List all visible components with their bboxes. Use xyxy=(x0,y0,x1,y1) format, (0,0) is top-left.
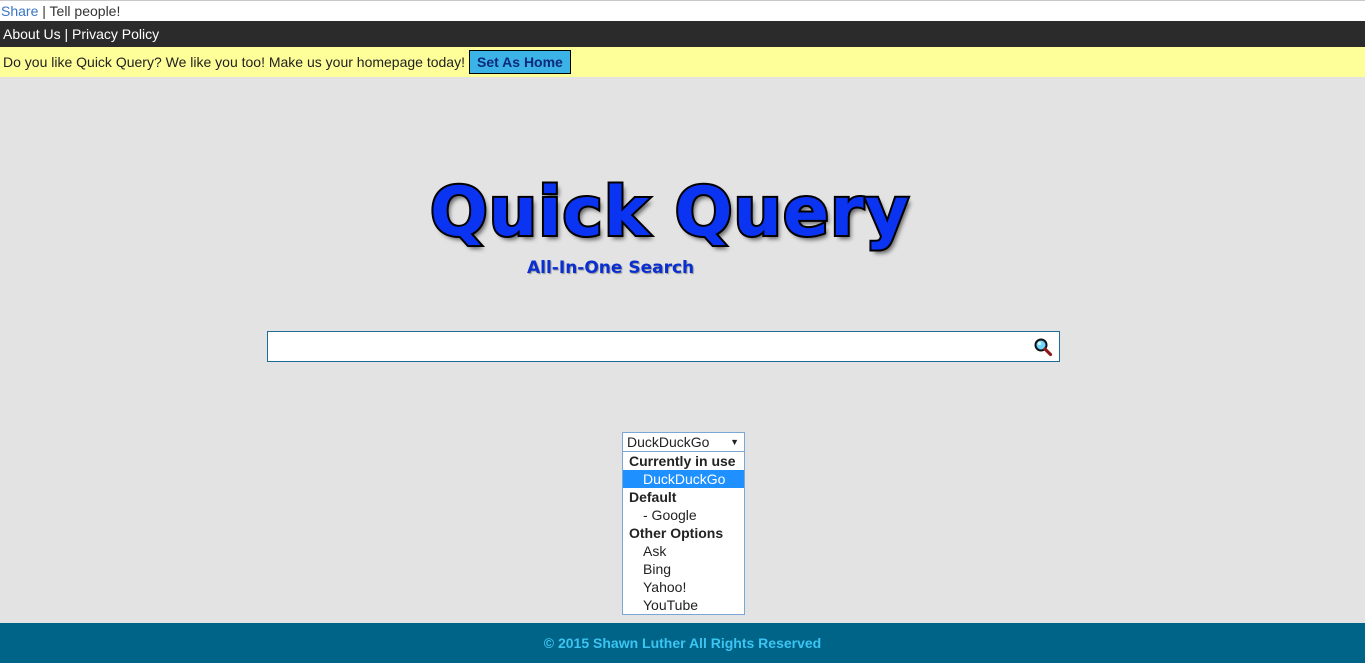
optgroup-currently-in-use: Currently in use xyxy=(629,453,736,469)
dropdown-arrow-icon: ▼ xyxy=(730,437,739,447)
option-yahoo[interactable]: Yahoo! xyxy=(623,578,744,596)
logo-title: Quick Query xyxy=(428,171,911,254)
logo-subtitle: All-In-One Search xyxy=(527,258,695,278)
selected-engine: DuckDuckGo xyxy=(627,434,710,450)
logo: Quick Query All-In-One Search xyxy=(428,168,940,278)
tell-people-text: Tell people! xyxy=(49,3,121,19)
search-button[interactable] xyxy=(1033,337,1053,357)
share-link[interactable]: Share xyxy=(1,3,38,19)
about-us-link[interactable]: About Us xyxy=(3,26,61,42)
homepage-promo-bar: Do you like Quick Query? We like you too… xyxy=(0,47,1365,77)
optgroup-default: Default xyxy=(629,489,677,505)
copyright-text: © 2015 Shawn Luther All Rights Reserved xyxy=(543,635,822,651)
search-box xyxy=(267,331,1060,362)
footer: © 2015 Shawn Luther All Rights Reserved xyxy=(0,623,1365,663)
option-duckduckgo[interactable]: DuckDuckGo xyxy=(623,470,744,488)
optgroup-other-options: Other Options xyxy=(629,525,724,541)
nav-separator: | xyxy=(60,26,73,42)
share-bar: Share | Tell people! xyxy=(0,0,1365,21)
share-separator: | xyxy=(38,3,50,19)
option-bing[interactable]: Bing xyxy=(623,560,744,578)
promo-message: Do you like Quick Query? We like you too… xyxy=(3,54,465,70)
option-ask[interactable]: Ask xyxy=(623,542,744,560)
top-nav: About Us | Privacy Policy xyxy=(0,21,1365,47)
search-icon xyxy=(1034,338,1053,357)
privacy-policy-link[interactable]: Privacy Policy xyxy=(72,26,159,42)
search-input[interactable] xyxy=(270,334,1024,361)
set-as-home-button[interactable]: Set As Home xyxy=(469,50,571,74)
option-google[interactable]: - Google xyxy=(623,506,744,524)
option-youtube[interactable]: YouTube xyxy=(623,596,744,614)
search-engine-select[interactable]: DuckDuckGo ▼ xyxy=(622,432,745,452)
search-engine-options: Currently in use DuckDuckGo Default - Go… xyxy=(622,452,745,615)
